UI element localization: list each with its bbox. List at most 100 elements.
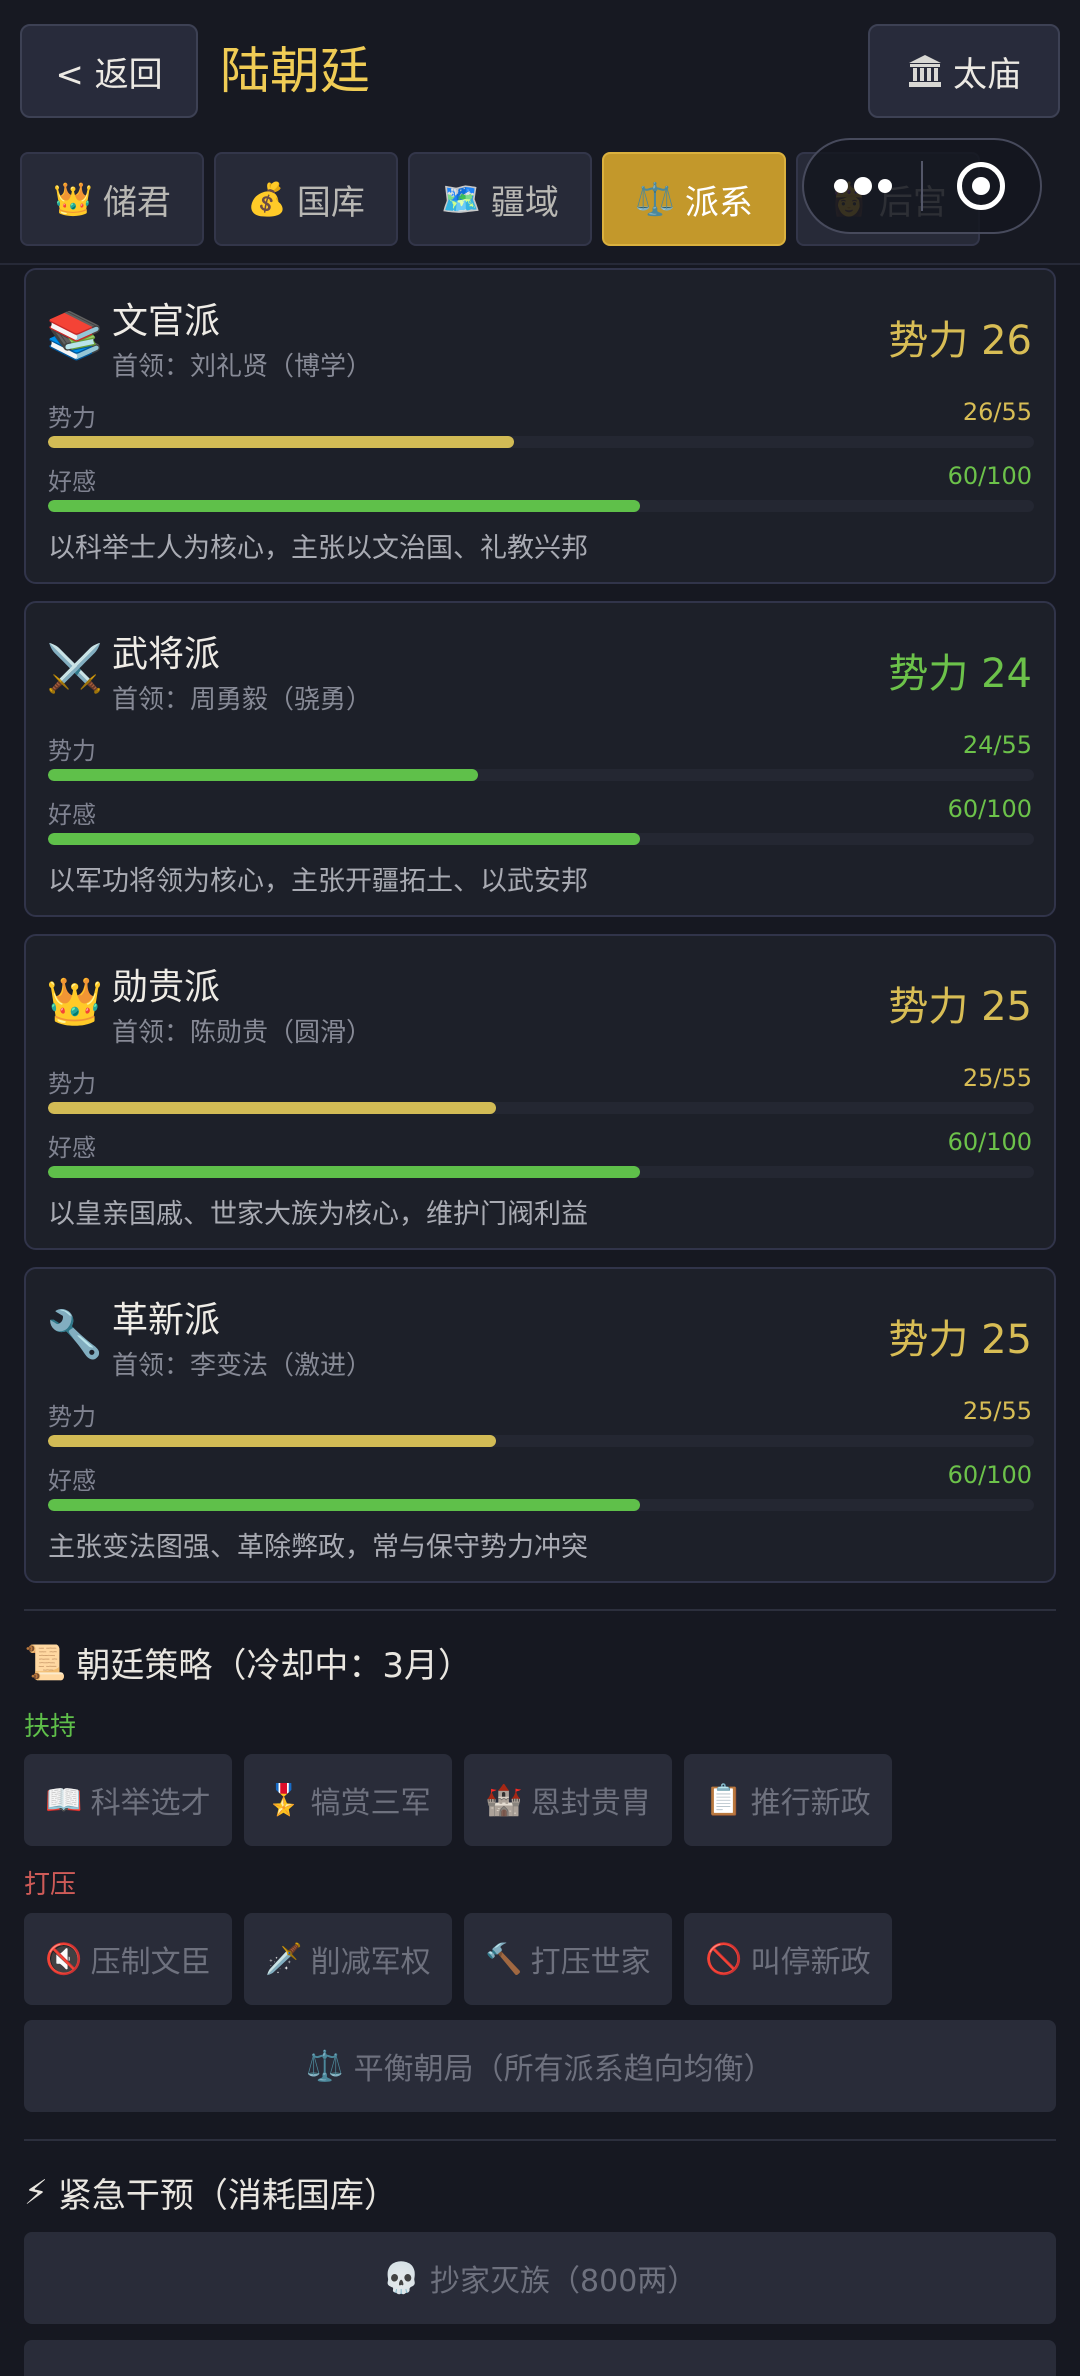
castle-icon: 🏰: [485, 1782, 523, 1818]
power-value: 26/55: [962, 398, 1032, 426]
favor-label: 好感: [48, 1467, 96, 1495]
favor-value: 60/100: [947, 1461, 1032, 1489]
power-bar: [48, 1102, 1034, 1114]
favor-bar: [48, 833, 1034, 845]
power-label: 势力: [48, 1070, 96, 1098]
suppress-nobles-button[interactable]: 🔨 打压世家: [464, 1913, 672, 2005]
faction-power: 势力 26: [888, 318, 1032, 364]
skull-icon: 💀: [382, 2260, 421, 2296]
crossed-swords-icon: ⚔️: [46, 641, 104, 695]
next-emergency-button[interactable]: [24, 2340, 1056, 2376]
faction-name: 革新派: [112, 1300, 221, 1341]
faction-power: 势力 25: [888, 984, 1032, 1030]
faction-leader: 首领：周勇毅（骁勇）: [112, 685, 373, 715]
balance-court-button[interactable]: ⚖️ 平衡朝局（所有派系趋向均衡）: [24, 2020, 1056, 2112]
book-icon: 📖: [45, 1782, 83, 1818]
confiscate-button[interactable]: 💀 抄家灭族（800两）: [24, 2232, 1056, 2324]
faction-description: 以皇亲国戚、世家大族为核心，维护门阀利益: [48, 1199, 588, 1230]
faction-leader: 首领：陈勋贵（圆滑）: [112, 1018, 373, 1048]
favor-label: 好感: [48, 468, 96, 496]
close-miniapp-icon[interactable]: [923, 162, 1040, 210]
button-label: 平衡朝局（所有派系趋向均衡）: [353, 2052, 774, 2087]
tab-label: 派系: [684, 182, 753, 223]
faction-name: 勋贵派: [112, 967, 221, 1008]
power-bar: [48, 436, 1034, 448]
crown-icon: 👑: [46, 974, 104, 1028]
money-bag-icon: 💰: [247, 180, 287, 218]
button-label: 压制文臣: [90, 1945, 211, 1980]
power-label: 势力: [48, 404, 96, 432]
map-icon: 🗺️: [441, 180, 481, 218]
books-icon: 📚: [46, 308, 104, 362]
button-label: 抄家灭族（800两）: [430, 2264, 698, 2299]
strategy-title: 📜 朝廷策略（冷却中：3月）: [24, 1638, 472, 1687]
favor-value: 60/100: [947, 462, 1032, 490]
button-label: 科举选才: [90, 1786, 211, 1821]
scales-icon: ⚖️: [306, 2048, 344, 2084]
tab-heir[interactable]: 👑 储君: [20, 152, 204, 246]
button-label: 犒赏三军: [310, 1786, 431, 1821]
favor-label: 好感: [48, 801, 96, 829]
mute-icon: 🔇: [45, 1941, 83, 1977]
suppress-buttons: 🔇 压制文臣 🗡️ 削减军权 🔨 打压世家 🚫 叫停新政: [24, 1913, 892, 2005]
favor-bar: [48, 1166, 1034, 1178]
suppress-civil-button[interactable]: 🔇 压制文臣: [24, 1913, 232, 2005]
page-title: 陆朝廷: [220, 42, 370, 100]
support-buttons: 📖 科举选才 🎖️ 犒赏三军 🏰 恩封贵胄 📋 推行新政: [24, 1754, 892, 1846]
imperial-exam-button[interactable]: 📖 科举选才: [24, 1754, 232, 1846]
favor-bar: [48, 500, 1034, 512]
button-label: 恩封贵胄: [530, 1786, 651, 1821]
new-policy-button[interactable]: 📋 推行新政: [684, 1754, 892, 1846]
faction-card-reform: 🔧 革新派 首领：李变法（激进） 势力 25 势力 25/55 好感 60/10…: [24, 1267, 1056, 1583]
power-bar: [48, 769, 1034, 781]
top-header: < 返回 陆朝廷 太庙 👑 储君 💰 国库 🗺️ 疆域 ⚖️ 派系: [0, 0, 1080, 265]
reduce-military-button[interactable]: 🗡️ 削减军权: [244, 1913, 452, 2005]
faction-card-civil: 📚 文官派 首领：刘礼贤（博学） 势力 26 势力 26/55 好感 60/10…: [24, 268, 1056, 584]
temple-button[interactable]: 太庙: [868, 24, 1060, 118]
suppress-label: 打压: [24, 1870, 77, 1900]
button-label: 打压世家: [530, 1945, 651, 1980]
strategy-title-text: 朝廷策略（冷却中：3月）: [76, 1646, 472, 1686]
temple-label: 太庙: [953, 54, 1021, 95]
faction-leader: 首领：李变法（激进）: [112, 1351, 373, 1381]
halt-policy-button[interactable]: 🚫 叫停新政: [684, 1913, 892, 2005]
power-label: 势力: [48, 1403, 96, 1431]
prohibited-icon: 🚫: [705, 1941, 743, 1977]
faction-card-nobility: 👑 勋贵派 首领：陈勋贵（圆滑） 势力 25 势力 25/55 好感 60/10…: [24, 934, 1056, 1250]
favor-value: 60/100: [947, 795, 1032, 823]
ennoble-button[interactable]: 🏰 恩封贵胄: [464, 1754, 672, 1846]
faction-power: 势力 25: [888, 1317, 1032, 1363]
wrench-icon: 🔧: [46, 1307, 104, 1361]
faction-list: 📚 文官派 首领：刘礼贤（博学） 势力 26 势力 26/55 好感 60/10…: [24, 268, 1056, 1600]
tab-treasury[interactable]: 💰 国库: [214, 152, 398, 246]
faction-leader: 首领：刘礼贤（博学）: [112, 352, 373, 382]
crown-icon: 👑: [53, 180, 93, 218]
favor-value: 60/100: [947, 1128, 1032, 1156]
medal-icon: 🎖️: [265, 1782, 303, 1818]
power-value: 25/55: [962, 1064, 1032, 1092]
tab-territory[interactable]: 🗺️ 疆域: [408, 152, 592, 246]
tab-label: 储君: [102, 182, 171, 223]
power-value: 24/55: [962, 731, 1032, 759]
scroll-icon: 📜: [24, 1642, 67, 1683]
more-menu-icon[interactable]: [804, 177, 921, 195]
section-divider: [24, 2139, 1056, 2141]
power-value: 25/55: [962, 1397, 1032, 1425]
clipboard-icon: 📋: [705, 1782, 743, 1818]
back-button[interactable]: < 返回: [20, 24, 198, 118]
power-bar: [48, 1435, 1034, 1447]
faction-description: 主张变法图强、革除弊政，常与保守势力冲突: [48, 1532, 588, 1563]
faction-description: 以科举士人为核心，主张以文治国、礼教兴邦: [48, 533, 588, 564]
reward-army-button[interactable]: 🎖️ 犒赏三军: [244, 1754, 452, 1846]
lightning-icon: ⚡: [24, 2172, 48, 2213]
favor-bar: [48, 1499, 1034, 1511]
faction-name: 武将派: [112, 634, 221, 675]
button-label: 削减军权: [310, 1945, 431, 1980]
support-label: 扶持: [24, 1712, 77, 1742]
faction-power: 势力 24: [888, 651, 1032, 697]
section-divider: [24, 1609, 1056, 1611]
miniapp-capsule: [802, 138, 1042, 234]
power-label: 势力: [48, 737, 96, 765]
button-label: 叫停新政: [750, 1945, 871, 1980]
tab-factions[interactable]: ⚖️ 派系: [602, 152, 786, 246]
